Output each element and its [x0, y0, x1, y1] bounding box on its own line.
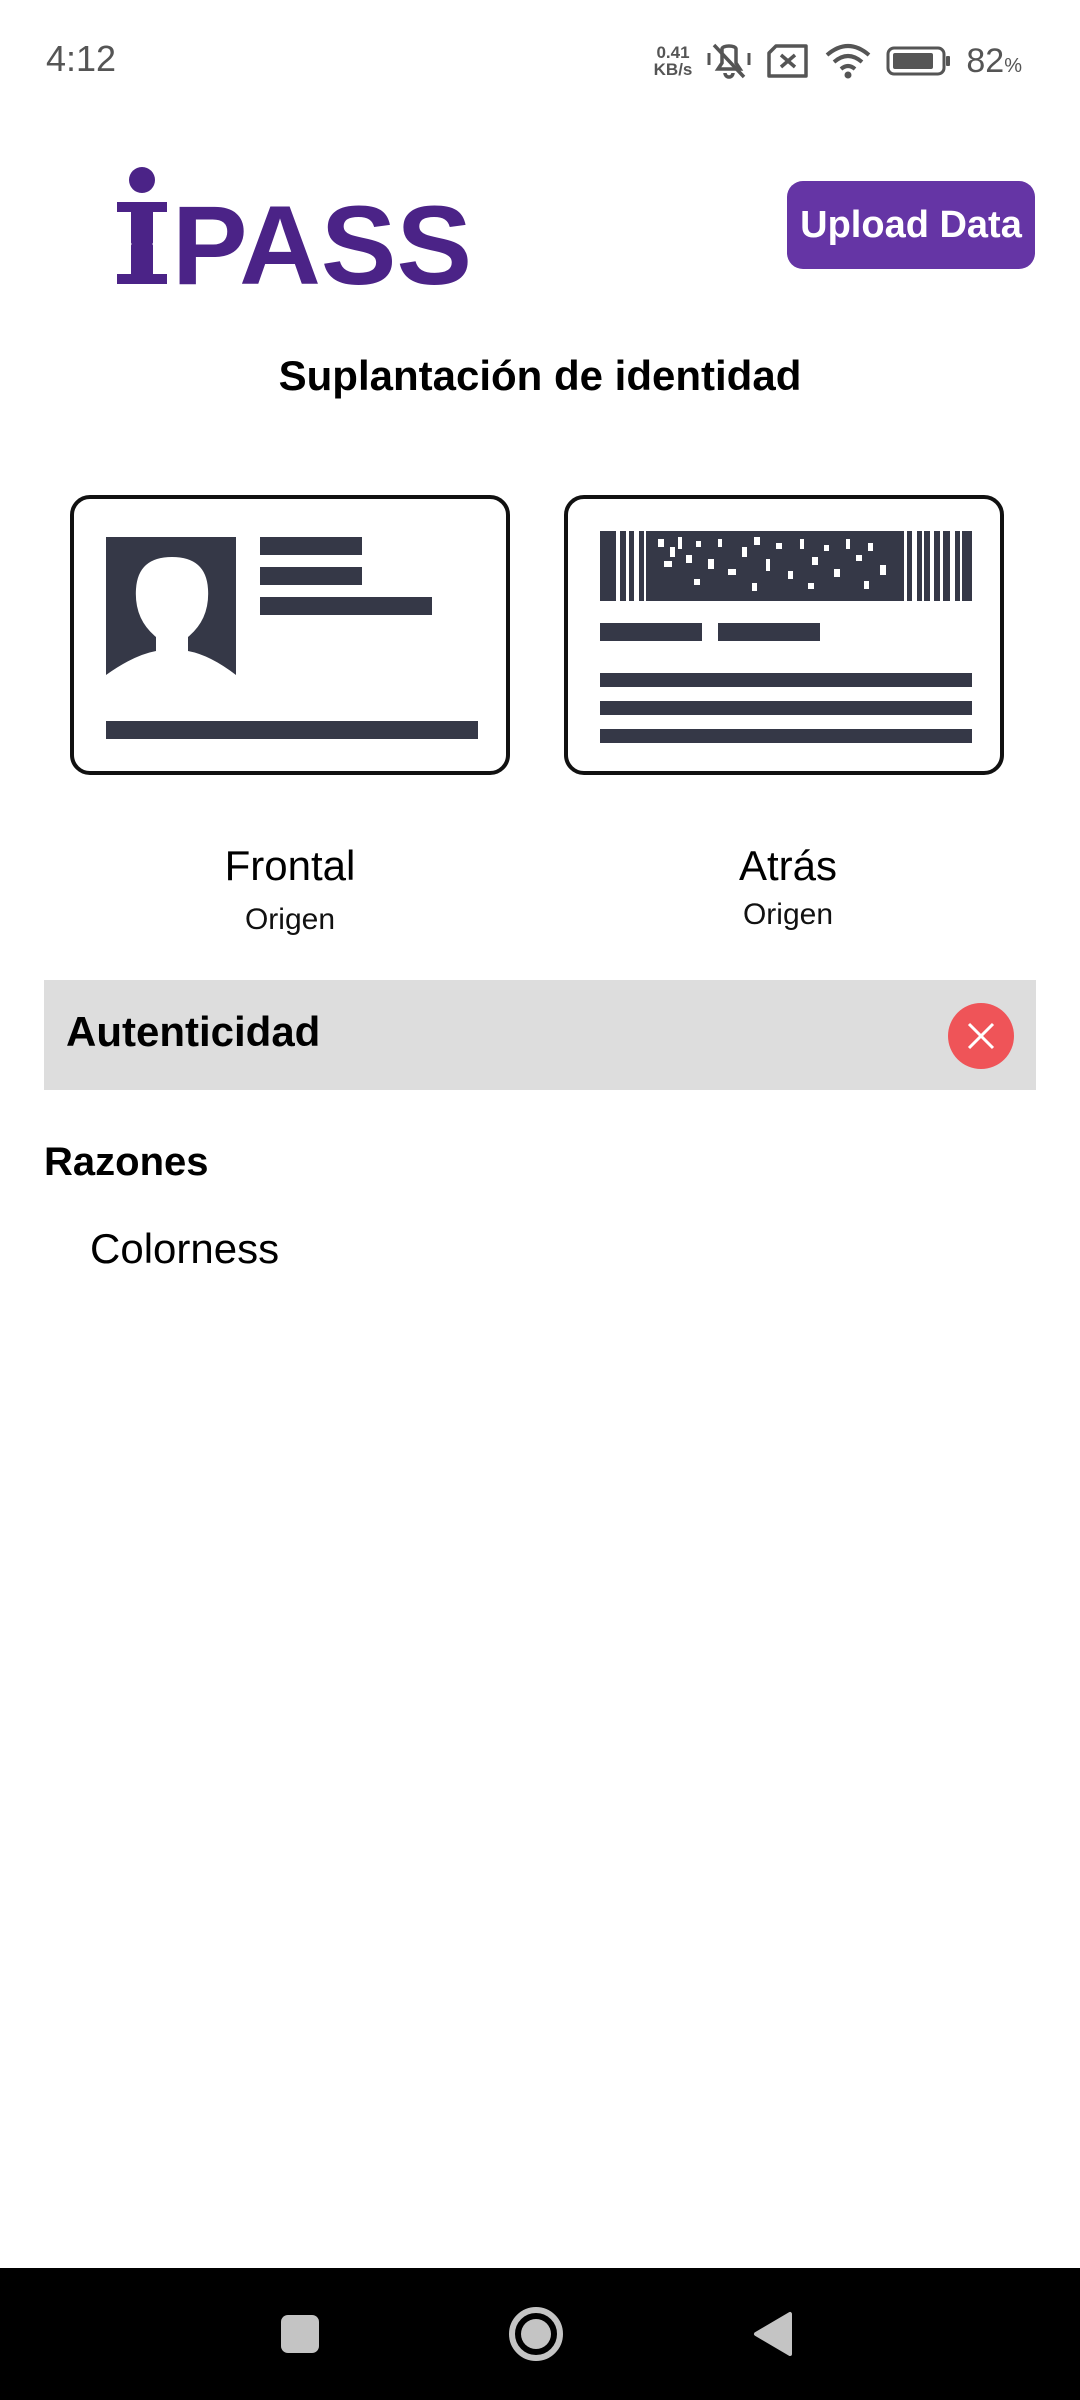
net-speed: 0.41 KB/s	[654, 44, 693, 78]
home-icon[interactable]	[506, 2304, 566, 2364]
authenticity-label: Autenticidad	[66, 1008, 321, 1055]
id-front-illustration	[106, 537, 478, 739]
ipass-logo: PASS	[117, 167, 472, 290]
reason-item: Colorness	[90, 1225, 280, 1272]
system-nav-bar	[0, 2268, 1080, 2400]
battery-icon	[886, 46, 951, 76]
id-front-card[interactable]	[70, 495, 510, 775]
net-speed-unit: KB/s	[653, 60, 693, 79]
back-icon[interactable]	[750, 2310, 794, 2358]
id-back-illustration	[600, 531, 972, 743]
document-label-front: Frontal	[224, 842, 356, 889]
sim-error-icon	[767, 44, 809, 78]
document-sublabel-front: Origen	[244, 903, 336, 936]
upload-data-button[interactable]: Upload Data	[787, 181, 1035, 269]
mute-vibrate-icon	[707, 43, 751, 79]
page-title: Suplantación de identidad	[278, 352, 802, 399]
net-speed-value: 0.41	[656, 43, 690, 62]
close-icon	[948, 1003, 1014, 1069]
reasons-title: Razones	[44, 1140, 209, 1184]
wifi-icon	[826, 44, 871, 79]
document-label-back: Atrás	[738, 842, 838, 889]
status-icons: 0.41 KB/s 82%	[654, 36, 1022, 86]
status-time: 4:12	[46, 38, 117, 79]
document-sublabel-back: Origen	[742, 898, 834, 931]
svg-text:PASS: PASS	[172, 183, 472, 290]
id-back-card[interactable]	[564, 495, 1004, 775]
battery-percent: 82%	[966, 41, 1022, 80]
recents-icon[interactable]	[278, 2312, 322, 2356]
